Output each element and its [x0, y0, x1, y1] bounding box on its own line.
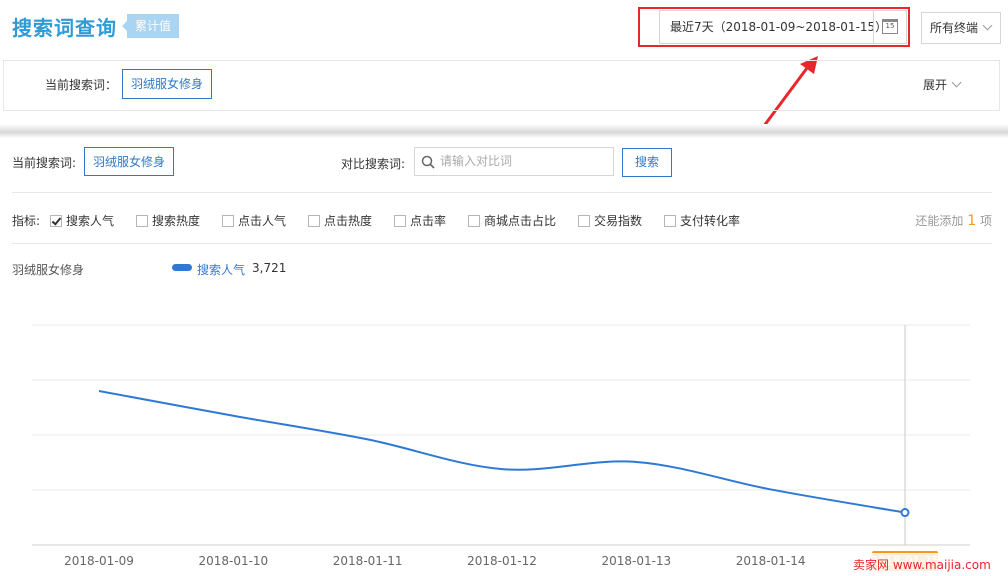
metric-label: 点击热度 [324, 214, 373, 228]
checkbox[interactable] [468, 215, 480, 227]
current-term-tag[interactable]: 羽绒服女修身 [122, 69, 213, 99]
legend-swatch[interactable] [172, 264, 192, 271]
expand-label: 展开 [923, 78, 948, 92]
metric-checkbox-item[interactable]: 搜索人气 [50, 212, 114, 229]
divider [12, 243, 992, 244]
add-more-count: 1 [967, 213, 977, 229]
compare-term-input[interactable]: 请输入对比词 [414, 147, 614, 176]
metric-label: 交易指数 [594, 214, 643, 228]
legend-series[interactable]: 搜索人气 [197, 261, 245, 278]
current-term-tag-2[interactable]: 羽绒服女修身 [84, 147, 175, 176]
x-tick-label: 2018-01-10 [198, 554, 268, 568]
line-chart: 2018-01-09 2018-01-10 2018-01-11 2018-01-12… [32, 324, 970, 571]
compare-term-placeholder: 请输入对比词 [440, 154, 513, 168]
metric-checkbox-item[interactable]: 点击热度 [308, 212, 372, 229]
add-more-prefix: 还能添加 [915, 214, 964, 228]
legend-value: 3,721 [252, 261, 287, 275]
series-line-搜索人气 [98, 390, 906, 514]
terminal-dropdown[interactable]: 所有终端 [921, 12, 1001, 44]
metric-checkbox-item[interactable]: 点击率 [394, 212, 446, 229]
metric-checkbox-item[interactable]: 交易指数 [578, 212, 642, 229]
date-range-highlight-box [638, 7, 910, 47]
page-title: 搜索词查询 [12, 16, 117, 40]
metric-checkbox-item[interactable]: 点击人气 [222, 212, 286, 229]
checkbox[interactable] [394, 215, 406, 227]
chevron-down-icon [951, 77, 962, 88]
metric-label: 搜索热度 [152, 214, 201, 228]
data-point [900, 508, 910, 518]
terminal-label: 所有终端 [930, 21, 979, 35]
watermark-text: 卖家网 www.maijia.com [853, 558, 991, 572]
metrics-label: 指标: [12, 214, 41, 228]
chevron-down-icon [982, 20, 993, 31]
metric-label: 搜索人气 [66, 214, 115, 228]
cumulative-badge[interactable]: 累计值 [121, 14, 180, 38]
current-term-label-2: 当前搜索词: [12, 156, 77, 170]
metrics-row: 指标: [12, 212, 40, 229]
checkbox[interactable] [50, 215, 62, 227]
current-term-label: 当前搜索词： [45, 78, 118, 92]
x-tick-label: 2018-01-11 [333, 554, 403, 568]
checkbox[interactable] [308, 215, 320, 227]
add-more-suffix: 项 [979, 214, 992, 228]
compare-term-label: 对比搜索词: [341, 157, 406, 171]
metric-label: 点击率 [410, 214, 447, 228]
checkbox[interactable] [578, 215, 590, 227]
search-icon [421, 155, 435, 169]
expand-toggle[interactable]: 展开 [923, 76, 962, 93]
x-tick-label: 2018-01-14 [736, 554, 806, 568]
metric-label: 支付转化率 [680, 214, 741, 228]
chart-title: 羽绒服女修身 [12, 263, 85, 277]
watermark: 卖家网 www.maijia.com [849, 553, 1008, 576]
metric-label: 点击人气 [238, 214, 287, 228]
metric-checkbox-item[interactable]: 支付转化率 [664, 212, 740, 229]
metric-checkbox-item[interactable]: 商城点击占比 [468, 212, 556, 229]
divider [12, 192, 992, 193]
metric-label: 商城点击占比 [484, 214, 557, 228]
add-more-hint: 还能添加 1 项 [915, 212, 992, 229]
checkbox[interactable] [664, 215, 676, 227]
x-tick-label: 2018-01-13 [601, 554, 671, 568]
metric-checkbox-item[interactable]: 搜索热度 [136, 212, 200, 229]
x-tick-label: 2018-01-12 [467, 554, 537, 568]
x-tick-label: 2018-01-09 [64, 554, 134, 568]
panel-shadow [0, 124, 1008, 138]
checkbox[interactable] [222, 215, 234, 227]
checkbox[interactable] [136, 215, 148, 227]
search-button[interactable]: 搜索 [622, 148, 672, 177]
